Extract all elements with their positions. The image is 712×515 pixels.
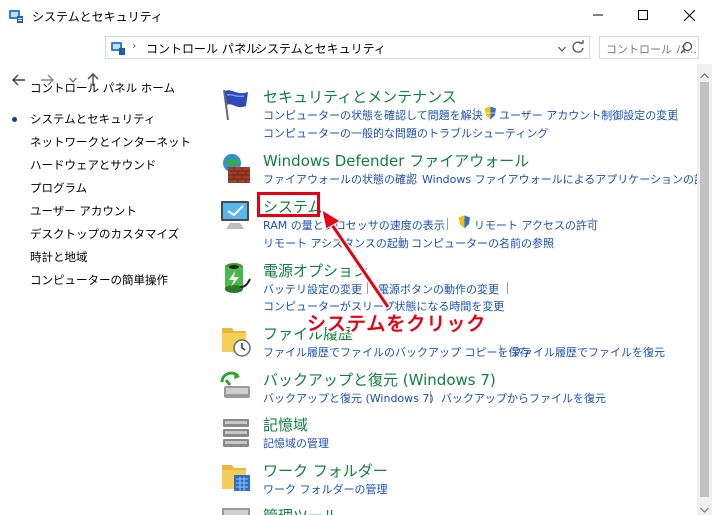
sidebar-item-personalization[interactable]: デスクトップのカスタマイズ <box>30 226 179 242</box>
control-panel-icon <box>110 40 126 59</box>
sidebar-item-user-accounts[interactable]: ユーザー アカウント <box>30 203 137 219</box>
window-title: システムとセキュリティ <box>32 10 163 24</box>
sidebar-item-clock-region[interactable]: 時計と地域 <box>30 249 88 265</box>
backup-icon <box>218 368 254 404</box>
refresh-icon[interactable] <box>571 39 585 57</box>
link-separator <box>430 391 431 403</box>
address-bar[interactable]: › コントロール パネル › システムとセキュリティ <box>105 36 590 59</box>
sidebar-item-ease-of-access[interactable]: コンピューターの簡単操作 <box>30 272 168 288</box>
sidebar-item-control-panel-home[interactable]: コントロール パネル ホーム <box>30 80 175 96</box>
close-button[interactable] <box>666 0 712 30</box>
uac-shield-icon <box>484 106 497 123</box>
category-title-firewall[interactable]: Windows Defender ファイアウォール <box>263 150 529 171</box>
annotation-highlight-box <box>257 192 320 217</box>
link-uac-settings[interactable]: ユーザー アカウント制御設定の変更 <box>499 107 678 123</box>
close-icon <box>683 9 695 21</box>
search-input[interactable]: コントロール パ... <box>599 36 699 59</box>
link-separator <box>592 218 593 230</box>
link-troubleshooting[interactable]: コンピューターの一般的な問題のトラブルシューティング <box>263 125 548 141</box>
scroll-down-arrow-icon[interactable] <box>700 502 709 515</box>
breadcrumb-chevron-icon[interactable]: › <box>242 39 246 52</box>
annotation-callout: システムをクリック <box>307 313 487 335</box>
link-separator <box>474 108 475 120</box>
link-manage-storage[interactable]: 記憶域の管理 <box>263 435 329 451</box>
system-computer-icon <box>218 196 254 232</box>
address-dropdown-icon[interactable] <box>558 41 566 55</box>
sidebar-item-network[interactable]: ネットワークとインターネット <box>30 134 191 150</box>
link-backup-restore[interactable]: バックアップと復元 (Windows 7) <box>263 390 434 406</box>
link-separator <box>500 345 501 357</box>
minimize-icon <box>593 14 603 16</box>
firewall-icon <box>218 151 254 187</box>
link-power-button[interactable]: 電源ボタンの動作の変更 <box>378 281 499 297</box>
sidebar: コントロール パネル ホーム システムとセキュリティ ネットワークとインターネッ… <box>0 64 200 515</box>
link-battery-settings[interactable]: バッテリ設定の変更 <box>263 281 362 297</box>
category-title-power[interactable]: 電源オプション <box>263 260 368 281</box>
category-title-admin-tools[interactable]: 管理ツール <box>263 505 338 515</box>
link-separator <box>507 282 508 294</box>
uac-shield-icon <box>458 215 471 232</box>
category-title-work-folders[interactable]: ワーク フォルダー <box>263 460 388 481</box>
file-history-icon <box>218 322 254 358</box>
link-file-history-restore[interactable]: ファイル履歴でファイルを復元 <box>511 344 665 360</box>
title-bar: システムとセキュリティ <box>0 0 712 32</box>
battery-icon <box>218 259 254 295</box>
link-computer-name[interactable]: コンピューターの名前の参照 <box>411 235 554 251</box>
scrollbar-thumb[interactable] <box>700 82 709 497</box>
link-separator <box>400 236 401 248</box>
link-separator <box>410 172 411 184</box>
link-ram-processor[interactable]: RAM の量とプロセッサの速度の表示 <box>263 217 445 233</box>
storage-icon <box>218 414 254 450</box>
admin-tools-icon <box>218 504 254 515</box>
breadcrumb-chevron-icon[interactable]: › <box>132 39 136 52</box>
link-remote-access[interactable]: リモート アクセスの許可 <box>474 217 598 233</box>
link-separator <box>447 218 448 230</box>
maximize-button[interactable] <box>620 0 666 30</box>
search-icon[interactable] <box>680 41 693 57</box>
minimize-button[interactable] <box>575 0 621 30</box>
control-panel-icon <box>8 8 24 24</box>
maximize-icon <box>638 10 648 20</box>
link-restore-from-backup[interactable]: バックアップからファイルを復元 <box>441 390 606 406</box>
link-file-history-backup[interactable]: ファイル履歴でファイルのバックアップ コピーを保存 <box>263 344 531 360</box>
link-firewall-status[interactable]: ファイアウォールの状態の確認 <box>263 171 417 187</box>
work-folders-icon <box>218 459 254 495</box>
link-remote-assistance[interactable]: リモート アシスタンスの起動 <box>263 235 409 251</box>
sidebar-item-programs[interactable]: プログラム <box>30 180 87 196</box>
security-flag-icon <box>218 86 254 122</box>
link-separator <box>676 108 677 120</box>
category-title-backup-restore[interactable]: バックアップと復元 (Windows 7) <box>263 369 496 390</box>
scroll-up-arrow-icon[interactable] <box>700 68 709 82</box>
selected-indicator <box>12 117 17 122</box>
category-title-security-maintenance[interactable]: セキュリティとメンテナンス <box>263 86 457 107</box>
sidebar-item-hardware-sound[interactable]: ハードウェアとサウンド <box>30 157 156 173</box>
link-firewall-allow-app[interactable]: Windows ファイアウォールによるアプリケーションの許可 <box>422 171 712 187</box>
link-check-status[interactable]: コンピューターの状態を確認して問題を解決 <box>263 107 483 123</box>
link-manage-work-folders[interactable]: ワーク フォルダーの管理 <box>263 481 388 497</box>
breadcrumb-system-security[interactable]: システムとセキュリティ <box>255 40 386 57</box>
link-separator <box>367 282 368 294</box>
category-title-storage[interactable]: 記憶域 <box>263 414 308 435</box>
sidebar-item-system-security[interactable]: システムとセキュリティ <box>30 111 155 127</box>
